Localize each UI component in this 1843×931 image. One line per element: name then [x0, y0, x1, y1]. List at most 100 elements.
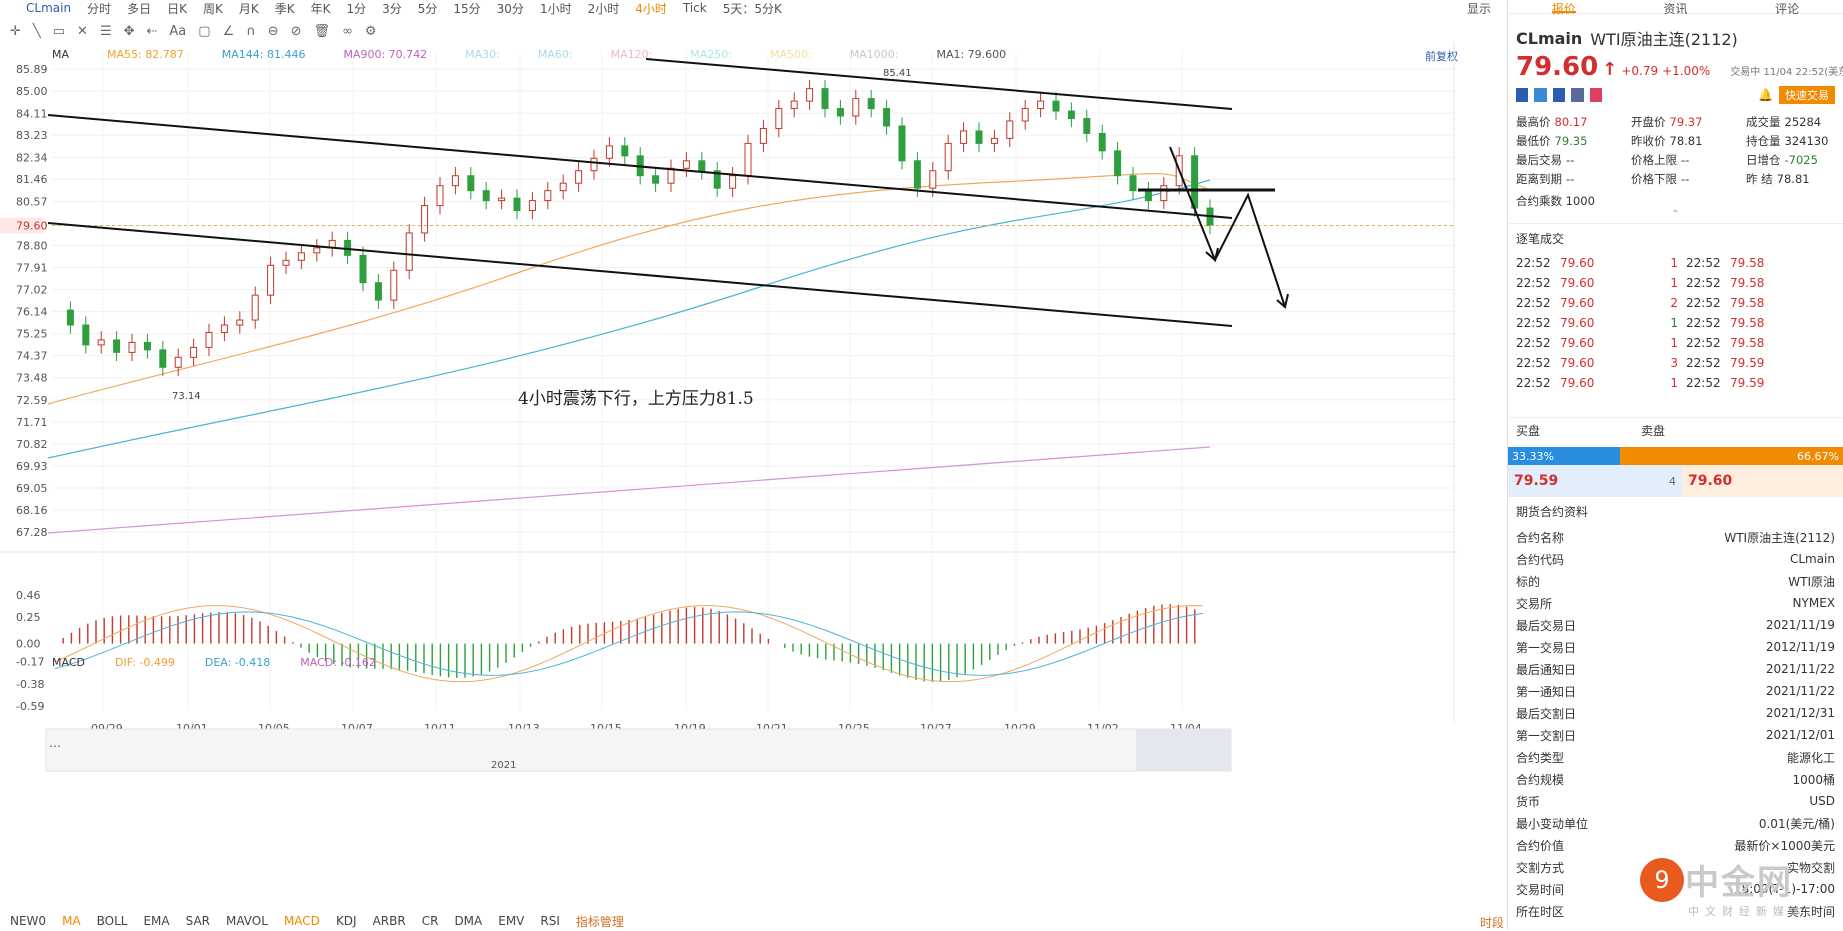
info-label: 交易时间 — [1516, 882, 1565, 897]
brush-icon[interactable]: ∠ — [223, 24, 235, 39]
symbol-tab[interactable]: CLmain — [26, 1, 71, 15]
candle-body — [66, 309, 74, 326]
info-row: 第一通知日 2021/11/22 — [1508, 680, 1843, 702]
heart-icon[interactable] — [1589, 88, 1603, 102]
indicator-5[interactable]: MAVOL — [226, 914, 268, 928]
trade-cell: 79.58 — [1730, 336, 1765, 350]
link-icon[interactable]: ∞ — [342, 24, 353, 39]
trade-cell: 79.59 — [1730, 356, 1765, 370]
bell-icon[interactable]: 🔔 — [1758, 88, 1773, 102]
info-row: 最小变动单位 0.01(美元/桶) — [1508, 812, 1843, 834]
forecast-arrow — [1169, 146, 1286, 308]
grid-icon[interactable] — [1516, 88, 1529, 102]
info-label: 合约类型 — [1516, 750, 1565, 765]
price-tick-left: 73.48 — [16, 372, 48, 385]
period-15[interactable]: Tick — [683, 1, 707, 15]
period-8[interactable]: 3分 — [382, 0, 402, 16]
lock-icon[interactable]: ⊖ — [268, 24, 279, 39]
cross-tool-icon[interactable]: ✕ — [77, 24, 88, 39]
candle-body — [898, 125, 906, 162]
macd-label[interactable]: MACD — [52, 656, 85, 672]
indicator-11[interactable]: EMV — [498, 914, 524, 928]
crosshair-icon[interactable]: ✛ — [10, 24, 21, 39]
display-menu[interactable]: 显示 — [1467, 0, 1491, 16]
collapse-icon[interactable]: ⌃ — [1508, 209, 1843, 221]
rectangle-tool-icon[interactable]: ▭ — [53, 24, 65, 39]
period-13[interactable]: 2小时 — [588, 0, 620, 16]
move-tool-icon[interactable]: ✥ — [124, 24, 135, 39]
share-icon[interactable] — [1534, 88, 1547, 102]
person-icon[interactable] — [1552, 88, 1566, 102]
session-button[interactable]: 时段 — [1480, 914, 1504, 931]
period-10[interactable]: 15分 — [453, 0, 480, 16]
indicator-10[interactable]: DMA — [454, 914, 482, 928]
candle-body — [744, 142, 752, 177]
settings-icon[interactable]: ⚙ — [365, 24, 377, 39]
doc-icon[interactable] — [1571, 88, 1584, 102]
stat-value: -- — [1681, 153, 1690, 167]
indicator-13[interactable]: 指标管理 — [576, 913, 624, 930]
drawing-toolbar: ✛ ╲ ▭ ✕ ☰ ✥ ⇠ Aa ▢ ∠ ∩ ⊖ ⊘ 🗑 ∞ ⚙ — [10, 20, 490, 42]
quick-trade-button[interactable]: 快速交易 — [1778, 86, 1835, 104]
tab-quote[interactable]: 报价 — [1551, 0, 1576, 16]
stat-value: -- — [1681, 172, 1690, 186]
period-3[interactable]: 周K — [203, 0, 223, 16]
candle-body — [528, 200, 536, 212]
indicator-2[interactable]: BOLL — [97, 914, 128, 928]
indicator-0[interactable]: NEW0 — [10, 914, 46, 928]
candle-body — [682, 160, 690, 169]
trade-cell: 79.60 — [1560, 276, 1595, 290]
period-1[interactable]: 多日 — [127, 0, 151, 16]
indicator-9[interactable]: CR — [422, 914, 439, 928]
period-14[interactable]: 4小时 — [635, 0, 667, 16]
trash-icon[interactable]: 🗑 — [314, 24, 331, 39]
tab-news[interactable]: 资讯 — [1663, 0, 1687, 16]
candle-body — [944, 142, 952, 172]
candle-body — [1144, 190, 1152, 202]
comment-tool-icon[interactable]: ▢ — [198, 24, 210, 39]
info-label: 合约名称 — [1516, 530, 1565, 545]
info-row: 最后通知日 2021/11/22 — [1508, 658, 1843, 680]
magnet-icon[interactable]: ∩ — [246, 24, 256, 39]
price-tick-left: 77.91 — [16, 262, 48, 275]
period-11[interactable]: 30分 — [497, 0, 524, 16]
eye-icon[interactable]: ⊘ — [291, 24, 302, 39]
macd-dea: DEA: -0.418 — [204, 656, 271, 669]
period-12[interactable]: 1小时 — [540, 0, 572, 16]
indicator-6[interactable]: MACD — [284, 914, 320, 928]
tab-comments[interactable]: 评论 — [1775, 0, 1799, 16]
indicator-8[interactable]: ARBR — [373, 914, 406, 928]
indicator-3[interactable]: EMA — [143, 914, 169, 928]
line-tool-icon[interactable]: ╲ — [33, 24, 41, 39]
stat-value: -- — [1566, 153, 1575, 167]
period-4[interactable]: 月K — [239, 0, 259, 16]
price-tick-left: 85.89 — [16, 63, 48, 76]
stat-label: 最低价 — [1516, 134, 1551, 148]
bid-qty: 4 — [1669, 474, 1676, 488]
period-6[interactable]: 年K — [311, 0, 331, 16]
indicator-7[interactable]: KDJ — [336, 914, 357, 928]
candle-body — [913, 160, 921, 189]
price-tick-left: 67.28 — [16, 526, 48, 539]
price-tick-left: 72.59 — [16, 394, 48, 407]
candle-body — [590, 157, 598, 172]
indicator-12[interactable]: RSI — [540, 914, 560, 928]
period-7[interactable]: 1分 — [346, 0, 366, 16]
text-tool-icon[interactable]: Aa — [169, 24, 186, 39]
macd-tick-left: 0.25 — [16, 611, 41, 624]
info-label: 最后交割日 — [1516, 706, 1577, 721]
arrow-tool-icon[interactable]: ⇠ — [147, 24, 158, 39]
indicator-1[interactable]: MA — [62, 914, 81, 928]
fib-tool-icon[interactable]: ☰ — [100, 24, 112, 39]
candle-body — [451, 175, 459, 187]
info-value: 能源化工 — [1786, 750, 1835, 765]
period-9[interactable]: 5分 — [418, 0, 438, 16]
period-5[interactable]: 季K — [275, 0, 295, 16]
period-0[interactable]: 分时 — [87, 0, 111, 16]
indicator-4[interactable]: SAR — [186, 914, 210, 928]
period-16[interactable]: 5天：5分K — [723, 0, 782, 16]
macd-tick-left: -0.59 — [16, 700, 44, 713]
period-2[interactable]: 日K — [167, 0, 187, 16]
candle-body — [960, 130, 968, 144]
price-chart[interactable]: 85.8985.8985.0085.0084.1184.1183.2383.23… — [0, 42, 1458, 872]
